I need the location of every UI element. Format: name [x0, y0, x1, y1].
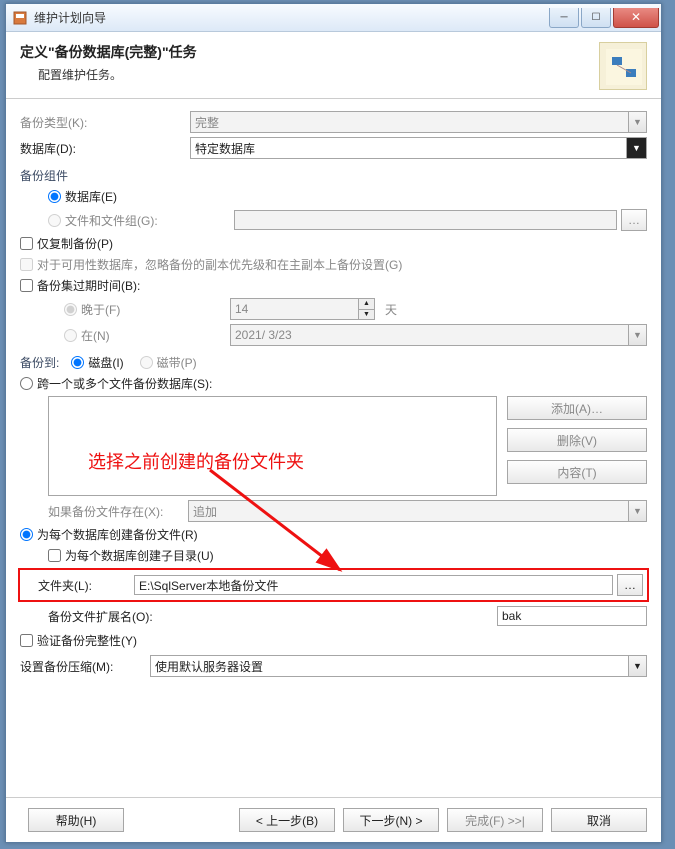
folder-label: 文件夹(L): [24, 577, 134, 594]
verify-integrity-checkbox[interactable]: 验证备份完整性(Y) [20, 632, 137, 649]
filegroups-browse-button: … [621, 209, 647, 231]
help-button[interactable]: 帮助(H) [28, 808, 124, 832]
page-title: 定义"备份数据库(完整)"任务 [20, 42, 599, 62]
expiry-after-radio: 晚于(F) [64, 301, 214, 318]
remove-file-button: 删除(V) [507, 428, 647, 452]
expiry-date-picker: 2021/ 3/23 ▼ [230, 324, 647, 346]
cancel-button[interactable]: 取消 [551, 808, 647, 832]
availability-checkbox: 对于可用性数据库，忽略备份的副本优先级和在主副本上备份设置(G) [20, 256, 402, 273]
databases-label: 数据库(D): [20, 140, 190, 157]
annotation-highlight-box: 文件夹(L): E:\SqlServer本地备份文件 … [18, 568, 649, 602]
chevron-down-icon[interactable]: ▼ [626, 138, 646, 158]
add-file-button: 添加(A)… [507, 396, 647, 420]
copy-only-checkbox[interactable]: 仅复制备份(P) [20, 235, 113, 252]
window-title: 维护计划向导 [34, 9, 547, 26]
extension-textbox[interactable]: bak [497, 606, 647, 626]
backup-type-combo: 完整 ▼ [190, 111, 647, 133]
maintenance-wizard-window: 维护计划向导 ─ ☐ ✕ 定义"备份数据库(完整)"任务 配置维护任务。 备份类… [5, 3, 662, 843]
finish-button: 完成(F) >>| [447, 808, 543, 832]
backup-type-label: 备份类型(K): [20, 114, 190, 131]
expiry-days-spinner: 14 ▲▼ [230, 298, 375, 320]
databases-combo[interactable]: 特定数据库 ▼ [190, 137, 647, 159]
backup-to-disk-radio[interactable]: 磁盘(I) [71, 354, 123, 371]
expiry-on-radio: 在(N) [64, 327, 214, 344]
if-exists-combo: 追加 ▼ [188, 500, 647, 522]
wizard-body: 备份类型(K): 完整 ▼ 数据库(D): 特定数据库 ▼ 备份组件 数据库(E… [6, 99, 661, 797]
close-button[interactable]: ✕ [613, 8, 659, 28]
chevron-down-icon: ▼ [628, 501, 646, 521]
chevron-down-icon[interactable]: ▼ [628, 656, 646, 676]
extension-label: 备份文件扩展名(O): [48, 608, 218, 625]
component-database-radio[interactable]: 数据库(E) [48, 188, 117, 205]
backup-component-title: 备份组件 [20, 167, 647, 184]
back-button[interactable]: < 上一步(B) [239, 808, 335, 832]
expiry-checkbox[interactable]: 备份集过期时间(B): [20, 277, 140, 294]
compression-label: 设置备份压缩(M): [20, 658, 150, 675]
minimize-button[interactable]: ─ [549, 8, 579, 28]
page-subtitle: 配置维护任务。 [38, 66, 599, 83]
backup-files-listbox[interactable] [48, 396, 497, 496]
maximize-button[interactable]: ☐ [581, 8, 611, 28]
wizard-header-icon [599, 42, 647, 90]
chevron-down-icon: ▼ [628, 325, 646, 345]
compression-combo[interactable]: 使用默认服务器设置 ▼ [150, 655, 647, 677]
per-db-subdir-checkbox[interactable]: 为每个数据库创建子目录(U) [48, 547, 214, 564]
chevron-down-icon: ▼ [628, 112, 646, 132]
folder-textbox[interactable]: E:\SqlServer本地备份文件 [134, 575, 613, 595]
folder-browse-button[interactable]: … [617, 574, 643, 596]
app-icon [12, 10, 28, 26]
backup-to-tape-radio: 磁带(P) [140, 354, 197, 371]
next-button[interactable]: 下一步(N) > [343, 808, 439, 832]
titlebar: 维护计划向导 ─ ☐ ✕ [6, 4, 661, 32]
wizard-header: 定义"备份数据库(完整)"任务 配置维护任务。 [6, 32, 661, 99]
component-files-radio: 文件和文件组(G): [48, 212, 218, 229]
filegroups-textbox [234, 210, 617, 230]
per-db-file-radio[interactable]: 为每个数据库创建备份文件(R) [20, 526, 198, 543]
contents-button: 内容(T) [507, 460, 647, 484]
multi-file-radio[interactable]: 跨一个或多个文件备份数据库(S): [20, 375, 212, 392]
backup-to-label: 备份到: [20, 354, 59, 371]
wizard-footer: 帮助(H) < 上一步(B) 下一步(N) > 完成(F) >>| 取消 [6, 797, 661, 842]
if-exists-label: 如果备份文件存在(X): [48, 503, 188, 520]
